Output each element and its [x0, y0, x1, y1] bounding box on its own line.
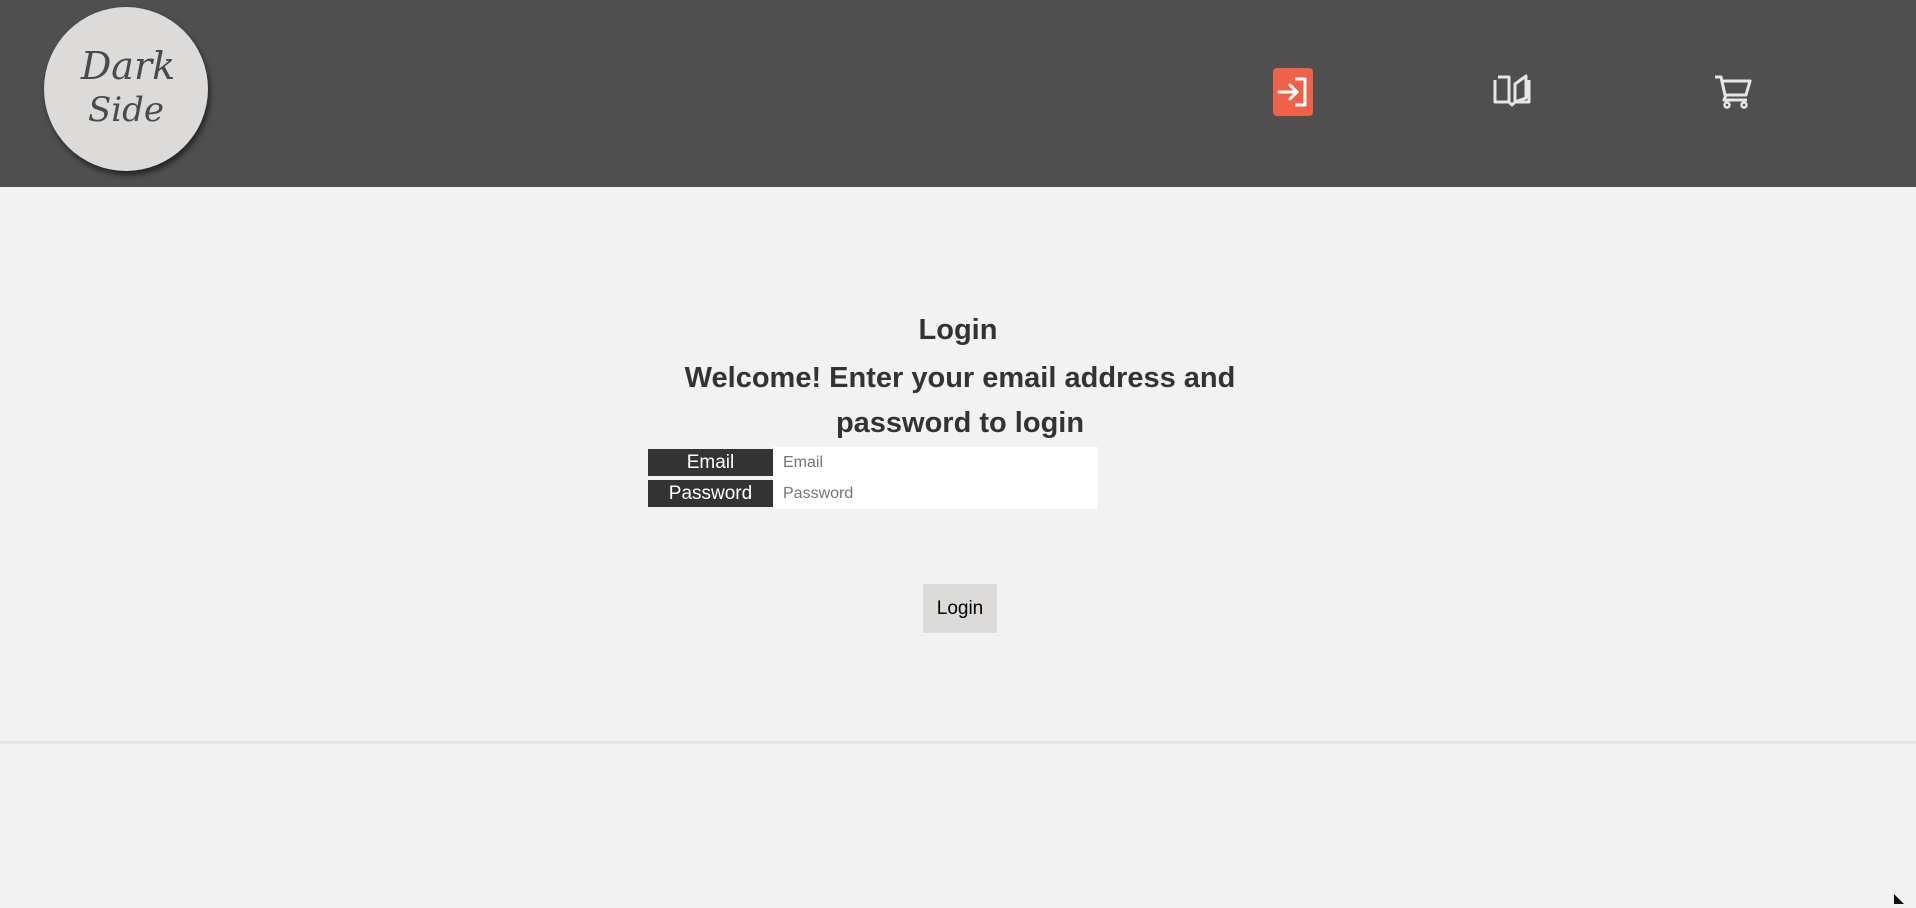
page-footer	[0, 741, 1916, 908]
password-row: Password	[648, 478, 1098, 509]
cart-icon	[1715, 75, 1752, 109]
login-button[interactable]: Login	[923, 584, 997, 633]
page-subtitle: Welcome! Enter your email address and pa…	[684, 362, 1236, 439]
logo-line-1: Dark	[80, 44, 175, 88]
login-section: Login Welcome! Enter your email address …	[0, 187, 1916, 741]
nav-cart-button[interactable]	[1713, 66, 1753, 114]
nav-books-button[interactable]	[1492, 66, 1532, 114]
password-label: Password	[648, 480, 773, 507]
login-icon	[1277, 77, 1307, 107]
email-row: Email	[648, 447, 1098, 478]
login-form: Email Password	[648, 447, 1098, 509]
resize-handle-icon[interactable]	[1893, 893, 1905, 905]
logo-text: Dark Side	[80, 44, 175, 130]
email-label: Email	[648, 449, 773, 476]
logo-line-2: Side	[88, 90, 164, 130]
page-title: Login	[918, 314, 998, 346]
nav-login-button[interactable]	[1273, 68, 1313, 116]
site-header: Dark Side	[0, 0, 1916, 187]
logo[interactable]: Dark Side	[44, 7, 208, 171]
password-field[interactable]	[773, 478, 1098, 509]
email-field[interactable]	[773, 447, 1098, 478]
book-open-icon	[1493, 74, 1531, 107]
